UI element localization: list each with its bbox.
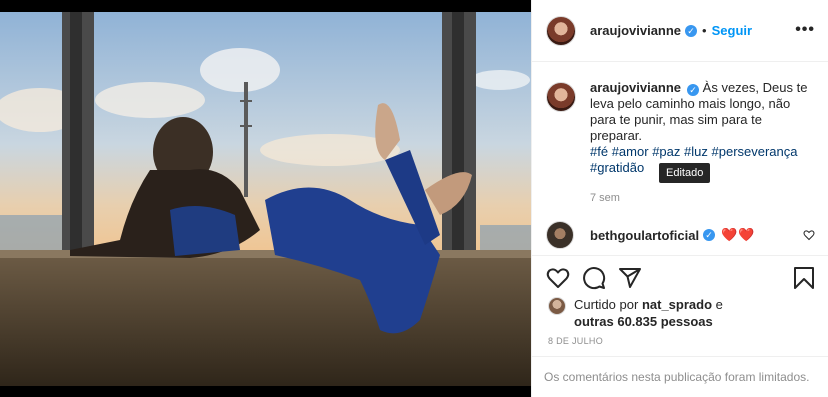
liker-username[interactable]: nat_sprado xyxy=(642,297,712,312)
comment-icon[interactable] xyxy=(582,266,606,290)
commenter-avatar[interactable] xyxy=(546,221,574,249)
commenter-username[interactable]: bethgoulartoficial xyxy=(590,228,699,243)
comments-limited-notice: Os comentários nesta publicação foram li… xyxy=(532,356,828,397)
hashtag-link[interactable]: #amor xyxy=(612,144,649,159)
action-icons xyxy=(546,266,654,290)
post-caption: araujovivianne ✓ Às vezes, Deus te leva p… xyxy=(546,80,815,176)
post-details-panel: araujovivianne ✓ • Seguir ••• araujovivi… xyxy=(531,0,828,397)
likes-conjunction: e xyxy=(715,297,723,312)
share-icon[interactable] xyxy=(618,266,642,290)
follow-button[interactable]: Seguir xyxy=(712,23,752,38)
hashtag-link[interactable]: #luz xyxy=(684,144,708,159)
likes-summary: Curtido por nat_sprado e outras 60.835 p… xyxy=(548,296,723,330)
caption-author-avatar[interactable] xyxy=(546,82,576,112)
author-avatar[interactable] xyxy=(546,15,576,46)
liker-avatar[interactable] xyxy=(548,297,566,315)
post-date[interactable]: 8 DE JULHO xyxy=(548,336,603,346)
verified-badge-icon: ✓ xyxy=(685,24,698,37)
caption-body: araujovivianne ✓ Às vezes, Deus te leva p… xyxy=(590,80,808,176)
likes-text: Curtido por nat_sprado e outras 60.835 p… xyxy=(574,296,723,330)
verified-badge-icon: ✓ xyxy=(687,84,700,96)
comment-item: bethgoulartoficial ✓ ❤️❤️ xyxy=(546,221,815,249)
caption-author-username[interactable]: araujovivianne xyxy=(590,80,681,95)
author-username[interactable]: araujovivianne xyxy=(590,23,681,38)
hashtag-link[interactable]: #fé xyxy=(590,144,608,159)
bookmark-icon[interactable] xyxy=(793,266,815,290)
post-photo[interactable] xyxy=(0,0,531,397)
caption-timestamp[interactable]: 7 sem xyxy=(590,192,815,204)
separator-dot: • xyxy=(702,23,707,38)
verified-badge-icon: ✓ xyxy=(703,229,716,241)
comment-like-heart-icon[interactable] xyxy=(803,229,815,241)
hashtag-link[interactable]: #paz xyxy=(652,144,680,159)
edited-tooltip: Editado xyxy=(659,163,711,183)
heart-icon[interactable] xyxy=(546,266,570,290)
likes-count-link[interactable]: outras 60.835 pessoas xyxy=(574,314,713,329)
hashtag-link[interactable]: #gratidão xyxy=(590,160,644,175)
post-image xyxy=(0,0,531,397)
comment-text: ❤️❤️ xyxy=(721,227,756,242)
comments-section: araujovivianne ✓ Às vezes, Deus te leva p… xyxy=(532,62,828,255)
likes-prefix: Curtido por xyxy=(574,297,639,312)
more-options-icon[interactable]: ••• xyxy=(795,22,815,38)
hashtag-link[interactable]: #perseverança xyxy=(712,144,798,159)
post-header: araujovivianne ✓ • Seguir ••• xyxy=(532,0,828,62)
